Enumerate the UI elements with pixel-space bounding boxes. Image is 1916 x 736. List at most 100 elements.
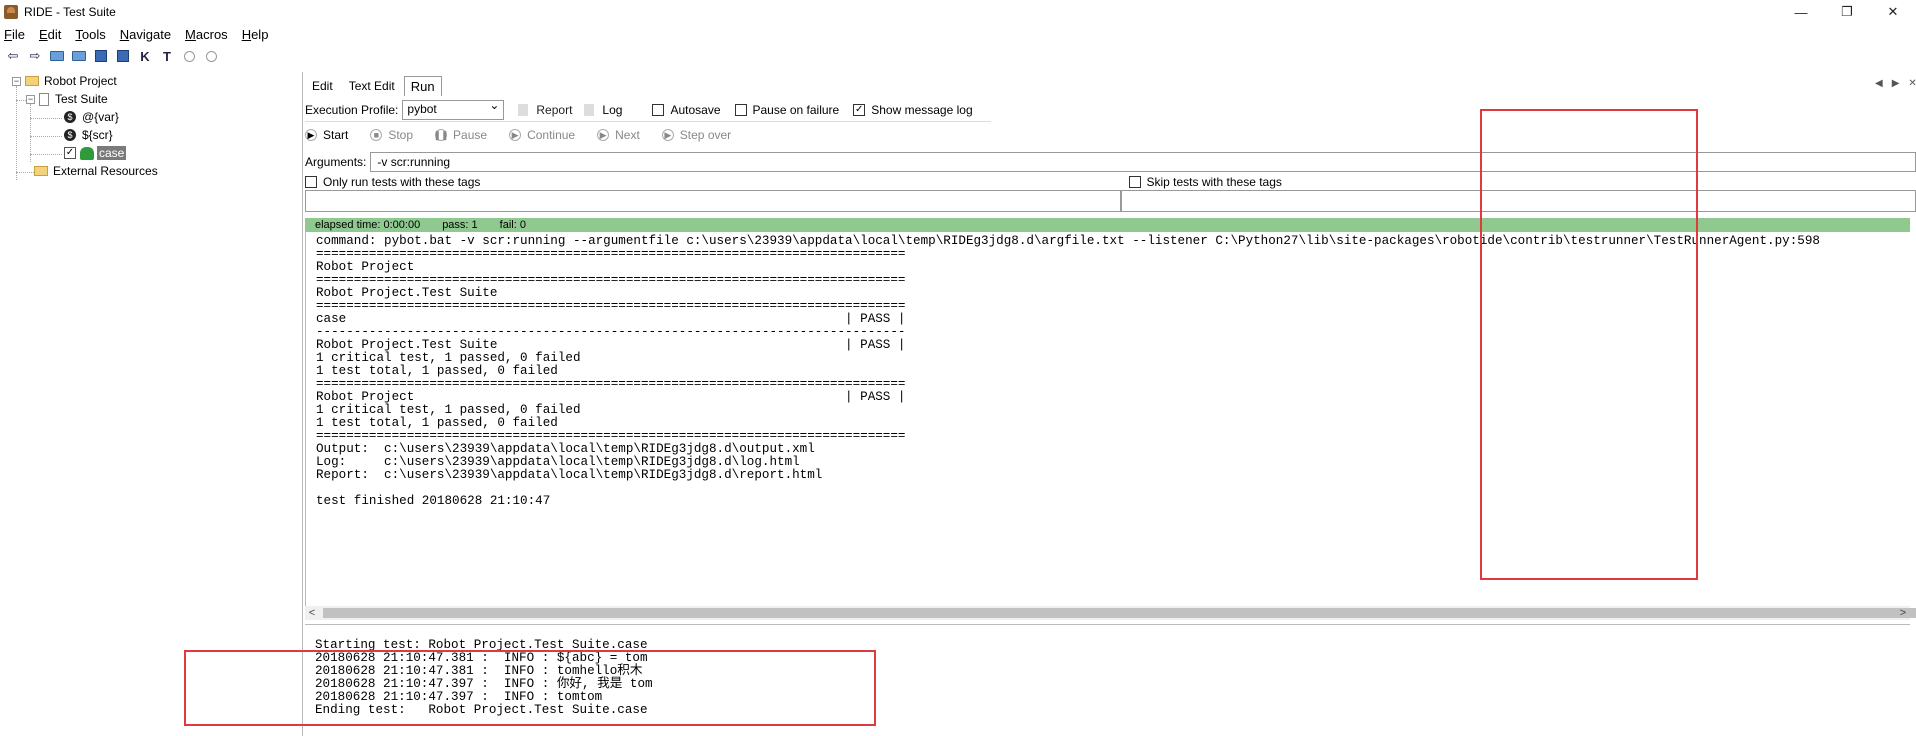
step-over-button[interactable]: ▶ Step over — [661, 128, 731, 142]
stop-button[interactable]: ■ Stop — [370, 128, 413, 142]
collapse-icon[interactable]: − — [26, 94, 35, 104]
tree-item-scr[interactable]: $ ${scr} — [64, 126, 113, 144]
log-icon — [584, 103, 595, 116]
tree-item-robot-project[interactable]: − Robot Project — [12, 72, 117, 90]
pause-icon: ❚❚ — [433, 129, 449, 141]
open-folder-icon[interactable] — [70, 48, 88, 64]
pause-label: Pause — [453, 128, 488, 142]
tab-run[interactable]: Run — [403, 76, 442, 96]
skip-tags-label: Skip tests with these tags — [1146, 175, 1282, 189]
only-run-tags-input[interactable] — [305, 190, 1121, 212]
report-button[interactable]: Report — [518, 103, 572, 117]
report-label: Report — [536, 102, 573, 117]
open-folder-shape — [72, 51, 86, 61]
message-log-text: Starting test: Robot Project.Test Suite.… — [305, 625, 1910, 717]
tree-item-var[interactable]: $ @{var} — [64, 108, 119, 126]
only-run-tags-label: Only run tests with these tags — [323, 175, 481, 189]
tree-connector-h1 — [16, 100, 26, 101]
save-icon[interactable] — [92, 48, 110, 64]
execution-profile-select[interactable]: pybot — [402, 98, 505, 120]
forward-arrow-icon[interactable]: ⇨ — [26, 48, 44, 64]
maximize-button[interactable]: ❐ — [1824, 0, 1870, 24]
search-keywords-icon[interactable]: K — [136, 48, 154, 64]
tree-item-test-suite[interactable]: − Test Suite — [26, 90, 108, 108]
tab-text-edit[interactable]: Text Edit — [342, 76, 402, 96]
start-button[interactable]: ▶ Start — [305, 128, 348, 142]
menu-tools-label: ools — [81, 26, 106, 42]
pause-on-failure-checkbox[interactable]: Pause on failure — [734, 103, 839, 117]
next-label: Next — [615, 128, 640, 142]
menu-macros[interactable]: Macros — [185, 27, 228, 42]
search-tests-icon[interactable]: T — [158, 48, 176, 64]
tab-prev-icon[interactable]: ◀ — [1875, 78, 1883, 89]
tree-item-case[interactable]: ✓ case — [64, 144, 127, 162]
collapse-icon[interactable]: − — [12, 76, 21, 86]
tag-filters: Only run tests with these tags Skip test… — [305, 172, 1916, 192]
case-checkbox-icon[interactable]: ✓ — [64, 147, 76, 159]
back-arrow-icon[interactable]: ⇦ — [4, 48, 22, 64]
arguments-label: Arguments: — [305, 155, 367, 169]
tab-edit[interactable]: Edit — [305, 76, 340, 96]
panel-divider[interactable] — [302, 72, 303, 736]
close-button[interactable]: ✕ — [1870, 0, 1916, 24]
show-message-log-checkbox[interactable]: ✓ Show message log — [853, 103, 973, 117]
autosave-checkbox[interactable]: Autosave — [652, 103, 721, 117]
output-console[interactable]: command: pybot.bat -v scr:running --argu… — [305, 232, 1910, 606]
stop-circle-icon[interactable] — [202, 48, 220, 64]
skip-tags-box[interactable] — [1128, 176, 1141, 188]
show-message-log-box[interactable]: ✓ — [853, 103, 866, 116]
tab-close-icon[interactable]: ✕ — [1908, 78, 1916, 89]
log-button[interactable]: Log — [584, 103, 622, 117]
execution-profile-label: Execution Profile: — [305, 102, 399, 117]
menu-file-label: ile — [11, 26, 25, 42]
pause-on-failure-box[interactable] — [734, 103, 747, 116]
autosave-box[interactable] — [652, 103, 665, 116]
menu-help[interactable]: Help — [242, 27, 269, 42]
next-button[interactable]: ▶ Next — [597, 128, 640, 142]
skip-tags-checkbox[interactable]: Skip tests with these tags — [1111, 172, 1916, 192]
save-all-icon[interactable] — [114, 48, 132, 64]
message-log[interactable]: Starting test: Robot Project.Test Suite.… — [305, 624, 1910, 736]
menu-edit-label: dit — [47, 26, 62, 42]
tag-inputs — [305, 190, 1916, 212]
tree-label-project: Robot Project — [44, 74, 117, 88]
run-controls: ▶ Start ■ Stop ❚❚ Pause ▶ Continue ▶ Nex… — [305, 124, 753, 146]
stop-circle-shape — [205, 50, 217, 62]
folder-icon — [25, 76, 39, 86]
run-circle-icon[interactable] — [180, 48, 198, 64]
menu-macros-label: acros — [195, 26, 228, 42]
open-project-icon[interactable] — [48, 48, 66, 64]
scroll-right-icon[interactable]: > — [1896, 607, 1910, 619]
skip-tags-input[interactable] — [1121, 190, 1916, 212]
menu-edit[interactable]: Edit — [39, 27, 61, 42]
tree-item-external-resources[interactable]: External Resources — [34, 162, 158, 180]
continue-label: Continue — [527, 128, 576, 142]
only-run-tags-checkbox[interactable]: Only run tests with these tags — [305, 172, 1111, 192]
window-title: RIDE - Test Suite — [24, 5, 116, 19]
menu-tools[interactable]: Tools — [75, 27, 105, 42]
report-icon — [518, 103, 529, 116]
scroll-left-icon[interactable]: < — [305, 607, 319, 619]
toolbar: ⇦ ⇨ K T — [0, 46, 224, 66]
minimize-button[interactable]: — — [1778, 0, 1824, 24]
tree-label-case: case — [97, 146, 127, 160]
scroll-thumb[interactable] — [323, 608, 1916, 618]
continue-button[interactable]: ▶ Continue — [509, 128, 575, 142]
file-icon — [39, 92, 49, 106]
open-project-folder-shape — [50, 51, 64, 61]
ride-app-icon — [4, 5, 18, 19]
pause-button[interactable]: ❚❚ Pause — [433, 128, 488, 142]
step-over-icon: ▶ — [661, 129, 674, 141]
menu-file[interactable]: File — [4, 27, 25, 42]
next-icon: ▶ — [597, 129, 610, 141]
only-run-tags-box[interactable] — [305, 176, 317, 188]
horizontal-scrollbar[interactable]: < > — [305, 606, 1916, 620]
tab-next-icon[interactable]: ▶ — [1892, 78, 1900, 89]
stop-icon: ■ — [370, 129, 383, 141]
menu-navigate-label: avigate — [129, 26, 172, 42]
execution-row: Execution Profile: pybot Report Log Auto… — [305, 98, 991, 122]
arguments-input[interactable]: -v scr:running — [370, 152, 1916, 172]
output-line: test finished 20180628 21:10:47 — [316, 494, 551, 508]
tab-navigation: ◀ ▶ ✕ — [1866, 78, 1916, 89]
menu-navigate[interactable]: Navigate — [120, 27, 171, 42]
